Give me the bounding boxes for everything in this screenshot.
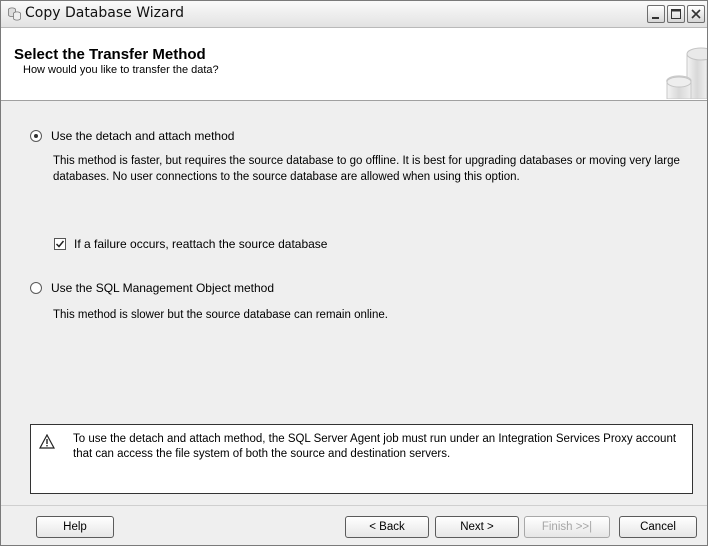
reattach-option[interactable]: If a failure occurs, reattach the source… [54,237,327,251]
back-button[interactable]: < Back [345,516,429,538]
smo-description: This method is slower but the source dat… [53,309,388,321]
wizard-header: Select the Transfer Method How would you… [1,28,707,101]
detach-attach-option[interactable]: Use the detach and attach method [30,129,234,143]
notice-text: To use the detach and attach method, the… [73,433,677,460]
app-icon [8,7,21,21]
info-notice: To use the detach and attach method, the… [30,424,693,494]
reattach-label: If a failure occurs, reattach the source… [74,237,328,251]
maximize-button[interactable] [667,5,685,23]
warning-icon [39,434,55,449]
wizard-footer: Help < Back Next > Finish >>| Cancel [1,505,707,548]
smo-option[interactable]: Use the SQL Management Object method [30,281,274,295]
finish-button[interactable]: Finish >>| [524,516,610,538]
window-title: Copy Database Wizard [25,5,184,21]
page-subtitle: How would you like to transfer the data? [23,64,219,76]
page-title: Select the Transfer Method [14,46,206,63]
cancel-button[interactable]: Cancel [619,516,697,538]
close-button[interactable] [687,5,705,23]
minimize-button[interactable] [647,5,665,23]
close-icon [691,9,701,19]
smo-label: Use the SQL Management Object method [51,281,275,295]
title-bar[interactable]: Copy Database Wizard [1,1,707,28]
detach-attach-label: Use the detach and attach method [51,129,235,143]
checkmark-icon [55,240,65,248]
next-button[interactable]: Next > [435,516,519,538]
detach-attach-radio[interactable] [30,130,42,142]
maximize-icon [671,9,681,19]
help-button[interactable]: Help [36,516,114,538]
detach-attach-description: This method is faster, but requires the … [53,155,680,183]
smo-radio[interactable] [30,282,42,294]
wizard-body: Use the detach and attach method This me… [1,101,707,505]
wizard-window: Copy Database Wizard Select the Transfer… [0,0,708,546]
minimize-icon [652,17,659,19]
reattach-checkbox[interactable] [54,238,66,250]
database-graphic-icon [666,47,707,99]
